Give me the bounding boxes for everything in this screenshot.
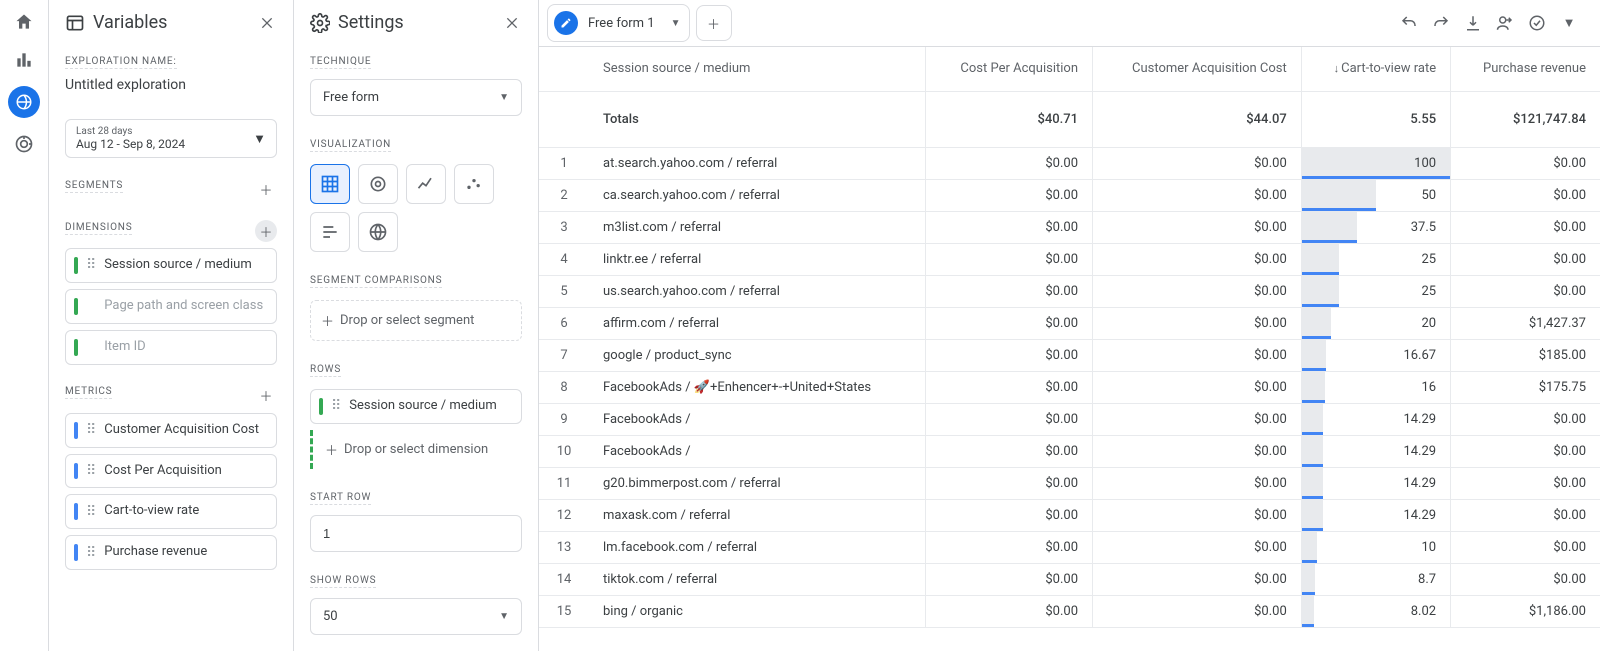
rows-label: ROWS xyxy=(310,364,341,377)
undo-button[interactable] xyxy=(1398,12,1420,34)
close-icon[interactable] xyxy=(257,13,277,33)
settings-panel: Settings TECHNIQUE Free form▼ VISUALIZAT… xyxy=(293,0,538,651)
chevron-down-icon: ▼ xyxy=(253,131,266,147)
reports-icon[interactable] xyxy=(12,48,36,72)
table-row[interactable]: 8FacebookAds / 🚀+Enhencer+-+United+State… xyxy=(539,371,1600,403)
segment-comparisons-label: SEGMENT COMPARISONS xyxy=(310,275,442,288)
table-row[interactable]: 6affirm.com / referral$0.00$0.0020$1,427… xyxy=(539,307,1600,339)
advertising-icon[interactable] xyxy=(12,132,36,156)
add-tab-button[interactable]: ＋ xyxy=(696,5,732,41)
table-row[interactable]: 14tiktok.com / referral$0.00$0.008.7$0.0… xyxy=(539,563,1600,595)
col-dimension[interactable]: Session source / medium xyxy=(589,47,926,91)
totals-row: Totals $40.71 $44.07 5.55 $121,747.84 xyxy=(539,91,1600,147)
drag-handle-icon: ⠿ xyxy=(331,398,341,414)
segment-dropzone[interactable]: ＋ Drop or select segment xyxy=(310,300,522,341)
data-table[interactable]: Session source / medium Cost Per Acquisi… xyxy=(539,47,1600,651)
viz-bar-button[interactable] xyxy=(310,212,350,252)
table-row[interactable]: 12maxask.com / referral$0.00$0.0014.29$0… xyxy=(539,499,1600,531)
drag-handle-icon: ⠿ xyxy=(86,422,96,438)
variables-icon xyxy=(65,13,85,33)
metric-chip[interactable]: ⠿Cost Per Acquisition xyxy=(65,454,277,489)
table-row[interactable]: 4linktr.ee / referral$0.00$0.0025$0.00 xyxy=(539,243,1600,275)
visualization-label: VISUALIZATION xyxy=(310,139,391,152)
download-button[interactable] xyxy=(1462,12,1484,34)
table-row[interactable]: 2ca.search.yahoo.com / referral$0.00$0.0… xyxy=(539,179,1600,211)
metric-chip[interactable]: ⠿Customer Acquisition Cost xyxy=(65,413,277,448)
viz-donut-button[interactable] xyxy=(358,164,398,204)
rows-chip[interactable]: ⠿ Session source / medium xyxy=(310,389,522,424)
exploration-name[interactable]: Untitled exploration xyxy=(65,77,277,93)
col-m2[interactable]: Customer Acquisition Cost xyxy=(1093,47,1302,91)
table-row[interactable]: 1at.search.yahoo.com / referral$0.00$0.0… xyxy=(539,147,1600,179)
segments-label: SEGMENTS xyxy=(65,180,123,193)
drag-handle-icon: ⠿ xyxy=(86,257,96,273)
col-m4[interactable]: Purchase revenue xyxy=(1451,47,1600,91)
exploration-name-label: EXPLORATION NAME: xyxy=(65,56,177,69)
technique-label: TECHNIQUE xyxy=(310,56,371,69)
share-button[interactable] xyxy=(1494,12,1516,34)
table-row[interactable]: 9FacebookAds /$0.00$0.0014.29$0.00 xyxy=(539,403,1600,435)
explore-icon[interactable] xyxy=(8,86,40,118)
viz-scatter-button[interactable] xyxy=(454,164,494,204)
table-row[interactable]: 11g20.bimmerpost.com / referral$0.00$0.0… xyxy=(539,467,1600,499)
main-area: Free form 1 ▼ ＋ ▼ Session source / mediu… xyxy=(538,0,1600,651)
viz-table-button[interactable] xyxy=(310,164,350,204)
more-button[interactable]: ▼ xyxy=(1558,12,1580,34)
pencil-icon xyxy=(554,11,578,35)
home-icon[interactable] xyxy=(12,10,36,34)
table-row[interactable]: 13lm.facebook.com / referral$0.00$0.0010… xyxy=(539,531,1600,563)
viz-line-button[interactable] xyxy=(406,164,446,204)
metric-chip[interactable]: ⠿Purchase revenue xyxy=(65,535,277,570)
variables-title: Variables xyxy=(65,12,167,33)
add-dimension-button[interactable]: ＋ xyxy=(255,220,277,242)
tab-bar: Free form 1 ▼ ＋ ▼ xyxy=(539,0,1600,47)
drag-handle-icon: ⠿ xyxy=(86,463,96,479)
date-range-picker[interactable]: Last 28 days Aug 12 - Sep 8, 2024 ▼ xyxy=(65,119,277,158)
table-row[interactable]: 10FacebookAds /$0.00$0.0014.29$0.00 xyxy=(539,435,1600,467)
chevron-down-icon: ▼ xyxy=(499,611,509,622)
start-row-label: START ROW xyxy=(310,492,371,505)
add-metric-button[interactable]: ＋ xyxy=(255,385,277,407)
drag-handle-icon: ⠿ xyxy=(86,545,96,561)
dimension-chip[interactable]: ⠿Page path and screen class xyxy=(65,289,277,324)
start-row-input[interactable] xyxy=(310,515,522,552)
redo-button[interactable] xyxy=(1430,12,1452,34)
metric-chip[interactable]: ⠿Cart-to-view rate xyxy=(65,494,277,529)
dimensions-label: DIMENSIONS xyxy=(65,222,132,235)
table-row[interactable]: 5us.search.yahoo.com / referral$0.00$0.0… xyxy=(539,275,1600,307)
show-rows-select[interactable]: 50▼ xyxy=(310,598,522,635)
col-m1[interactable]: Cost Per Acquisition xyxy=(926,47,1093,91)
add-segment-button[interactable]: ＋ xyxy=(255,178,277,200)
close-icon[interactable] xyxy=(502,13,522,33)
table-row[interactable]: 15bing / organic$0.00$0.008.02$1,186.00 xyxy=(539,595,1600,627)
settings-title: Settings xyxy=(310,12,404,33)
insights-button[interactable] xyxy=(1526,12,1548,34)
tab-freeform[interactable]: Free form 1 ▼ xyxy=(547,4,690,42)
viz-geo-button[interactable] xyxy=(358,212,398,252)
drag-handle-icon: ⠿ xyxy=(86,504,96,520)
show-rows-label: SHOW ROWS xyxy=(310,575,376,588)
col-m3[interactable]: ↓Cart-to-view rate xyxy=(1301,47,1450,91)
metrics-label: METRICS xyxy=(65,386,112,399)
technique-select[interactable]: Free form▼ xyxy=(310,79,522,116)
sort-desc-icon: ↓ xyxy=(1334,62,1340,75)
chevron-down-icon: ▼ xyxy=(671,18,681,29)
table-row[interactable]: 7google / product_sync$0.00$0.0016.67$18… xyxy=(539,339,1600,371)
dimension-chip[interactable]: ⠿Item ID xyxy=(65,330,277,365)
rows-dropzone[interactable]: ＋ Drop or select dimension xyxy=(310,430,522,469)
dimension-chip[interactable]: ⠿Session source / medium xyxy=(65,248,277,283)
table-row[interactable]: 3m3list.com / referral$0.00$0.0037.5$0.0… xyxy=(539,211,1600,243)
variables-panel: Variables EXPLORATION NAME: Untitled exp… xyxy=(48,0,293,651)
gear-icon xyxy=(310,13,330,33)
nav-rail xyxy=(0,0,48,651)
chevron-down-icon: ▼ xyxy=(499,92,509,103)
